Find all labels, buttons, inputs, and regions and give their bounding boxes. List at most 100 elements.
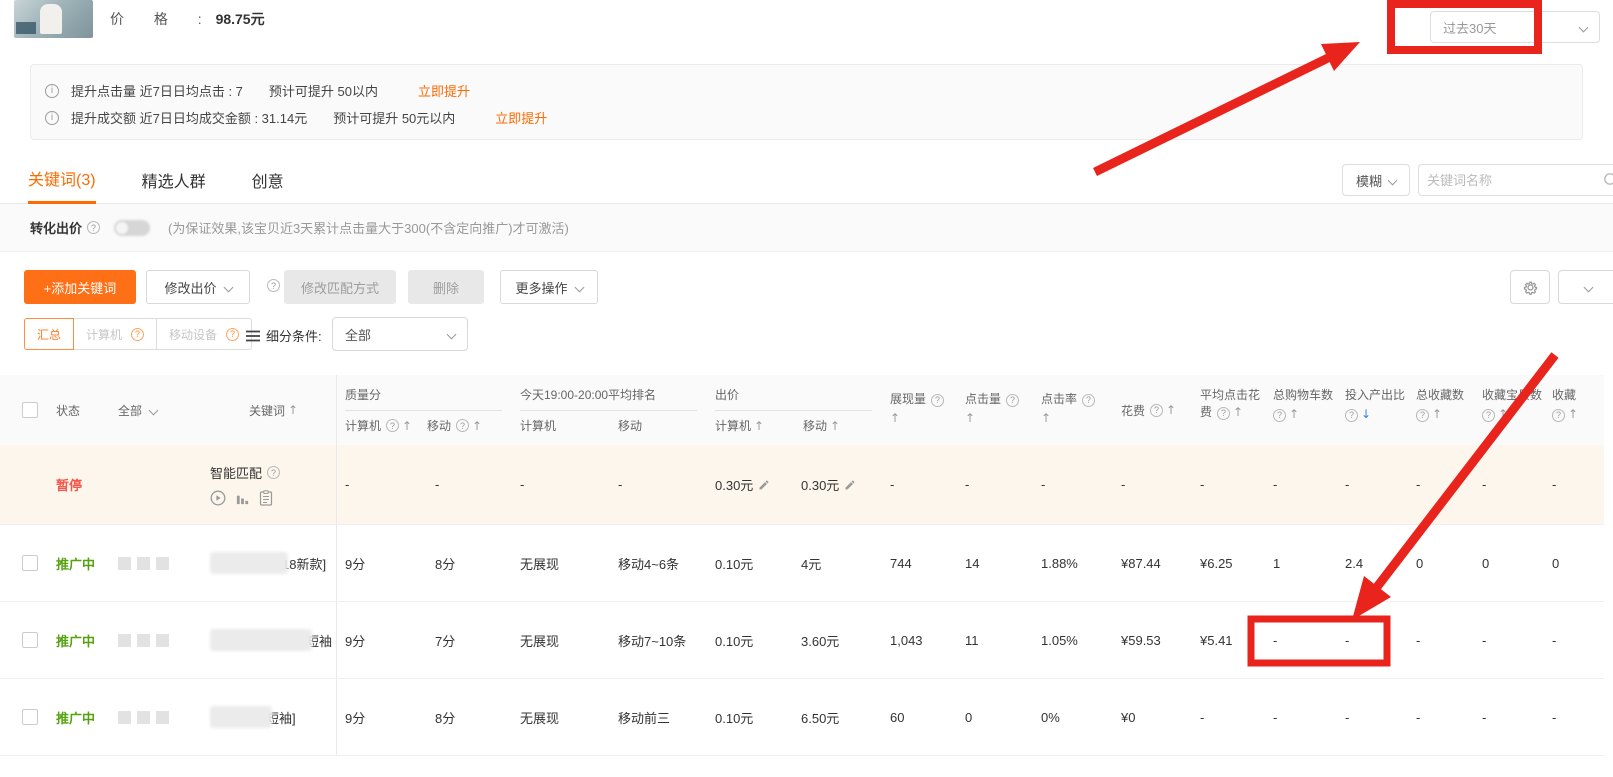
header-quality-pc[interactable]: 计算机?↑ <box>345 417 427 434</box>
keyword-table: 状态 全部 关键词↑ 质量分 计算机?↑ 移动?↑ 今天19:00-20 <box>0 375 1613 756</box>
header-roi[interactable]: 投入产出比 ?↓ <box>1337 375 1408 445</box>
header-keyword[interactable]: 关键词↑ <box>202 375 337 445</box>
keyword-search-input[interactable] <box>1427 173 1587 188</box>
keyword-label: 18新款] <box>282 554 326 573</box>
cell-carts: - <box>1265 679 1337 755</box>
modify-bid-button[interactable]: 修改出价 <box>146 270 250 304</box>
info-icon: i <box>45 111 59 125</box>
edit-pencil-icon[interactable] <box>758 479 770 491</box>
boost-now-link[interactable]: 立即提升 <box>418 81 470 100</box>
header-clicks[interactable]: 点击量? ↑ <box>957 375 1033 445</box>
select-all-checkbox[interactable] <box>22 402 38 418</box>
row-checkbox[interactable] <box>22 709 38 725</box>
header-cost[interactable]: 花费?↑ <box>1113 375 1192 445</box>
chevron-down-icon <box>1579 22 1589 32</box>
cell-ctr: - <box>1033 445 1113 524</box>
blurred-icon <box>118 634 131 647</box>
blurred-action-icons <box>118 557 169 570</box>
help-icon: ? <box>1552 409 1565 422</box>
gear-icon <box>1522 279 1539 296</box>
header-avg-click-cost[interactable]: 平均点击花费?↑ <box>1192 375 1265 445</box>
sort-up-icon: ↑ <box>1166 403 1176 417</box>
cell-rank_pc: 无展现 <box>512 602 610 678</box>
cell-rank_pc: - <box>512 445 610 524</box>
cell-bid_mobile: 4元 <box>793 525 882 601</box>
header-bid-pc[interactable]: 计算机↑ <box>715 417 803 434</box>
cell-qs_pc: 9分 <box>337 679 427 755</box>
delete-button[interactable]: 删除 <box>408 270 484 304</box>
play-circle-icon[interactable] <box>210 490 226 506</box>
modify-match-button[interactable]: 修改匹配方式 <box>284 270 396 304</box>
sort-up-icon: ↑ <box>830 419 840 433</box>
table-body: 暂停智能匹配?----0.30元0.30元----------推广中18新款]9… <box>0 445 1613 756</box>
cell-carts: - <box>1265 445 1337 524</box>
header-group-quality: 质量分 计算机?↑ 移动?↑ <box>337 375 512 445</box>
cell-rank_mobile: 移动前三 <box>610 679 707 755</box>
cell-rank_pc: 无展现 <box>512 525 610 601</box>
row-checkbox[interactable] <box>22 555 38 571</box>
price-label: 价 格 : <box>110 11 202 27</box>
tab-keywords[interactable]: 关键词(3) <box>28 156 96 204</box>
subdivide-select[interactable]: 全部 <box>332 317 468 351</box>
date-range-select[interactable]: 过去30天 <box>1430 11 1600 43</box>
header-favs[interactable]: 总收藏数 ?↑ <box>1408 375 1474 445</box>
cell-rank_mobile: 移动7~10条 <box>610 602 707 678</box>
search-icon[interactable] <box>1603 172 1613 188</box>
edit-pencil-icon[interactable] <box>844 479 856 491</box>
help-icon: ? <box>456 419 469 432</box>
modify-bid-label: 修改出价 <box>164 278 216 297</box>
row-checkbox[interactable] <box>22 632 38 648</box>
notice-text: 提升成交额 近7日日均成交金额 : 31.14元 <box>71 108 307 127</box>
settings-button[interactable] <box>1510 270 1550 304</box>
cell-roi: - <box>1337 445 1408 524</box>
collapse-columns-button[interactable] <box>1558 270 1613 304</box>
conversion-bid-bar: 转化出价 ? (为保证效果,该宝贝近3天累计点击量大于300(不含定向推广)才可… <box>0 204 1613 252</box>
header-ctr[interactable]: 点击率? ↑ <box>1033 375 1113 445</box>
header-fav-items[interactable]: 收藏宝贝数 ?↑ <box>1474 375 1544 445</box>
segment-pc[interactable]: 计算机 ? <box>73 318 157 350</box>
header-fav-cut[interactable]: 收藏 ?↑ <box>1544 375 1604 445</box>
cell-ppc: ¥5.41 <box>1192 602 1265 678</box>
conversion-bid-toggle[interactable] <box>114 220 150 236</box>
blurred-icon <box>118 711 131 724</box>
blurred-icon <box>137 711 150 724</box>
cell-roi: 2.4 <box>1337 525 1408 601</box>
price-value: 98.75元 <box>216 11 265 27</box>
blurred-icon <box>156 634 169 647</box>
header-quality-mobile[interactable]: 移动?↑ <box>427 417 482 434</box>
smart-match-actions <box>210 490 273 506</box>
help-icon: ? <box>1273 409 1286 422</box>
cell-favs: - <box>1408 602 1474 678</box>
fuzzy-match-select[interactable]: 模糊 <box>1342 164 1410 196</box>
more-actions-button[interactable]: 更多操作 <box>500 270 598 304</box>
cell-favs: - <box>1408 445 1474 524</box>
tab-creative[interactable]: 创意 <box>252 156 284 204</box>
help-icon: ? <box>1345 409 1358 422</box>
header-status: 状态 <box>48 375 110 445</box>
cell-bid_mobile: 3.60元 <box>793 602 882 678</box>
cell-cost: ¥87.44 <box>1113 525 1192 601</box>
cell-qs_pc: - <box>337 445 427 524</box>
header-bid-mobile[interactable]: 移动↑ <box>803 417 840 434</box>
blurred-action-icons <box>118 711 169 724</box>
cell-ppc: - <box>1192 445 1265 524</box>
header-impressions[interactable]: 展现量? ↑ <box>882 375 957 445</box>
segment-mobile[interactable]: 移动设备 ? <box>156 318 252 350</box>
segment-summary-label: 汇总 <box>37 326 61 343</box>
status-badge: 暂停 <box>56 475 82 494</box>
boost-now-link[interactable]: 立即提升 <box>495 108 547 127</box>
add-keyword-button[interactable]: +添加关键词 <box>24 270 136 304</box>
tab-audience[interactable]: 精选人群 <box>142 156 206 204</box>
help-icon: ? <box>1150 404 1163 417</box>
list-icon <box>246 330 260 342</box>
sort-up-icon: ↑ <box>472 419 482 433</box>
header-status-filter[interactable]: 全部 <box>110 375 202 445</box>
header-group-rank: 今天19:00-20:00平均排名 计算机 移动 <box>512 375 707 445</box>
report-icon[interactable] <box>259 490 273 506</box>
cell-impr: 60 <box>882 679 957 755</box>
header-carts[interactable]: 总购物车数 ?↑ <box>1265 375 1337 445</box>
cell-fav_items: - <box>1474 602 1544 678</box>
bar-chart-icon[interactable] <box>235 491 250 506</box>
help-icon: ? <box>131 328 144 341</box>
segment-summary[interactable]: 汇总 <box>24 318 74 350</box>
